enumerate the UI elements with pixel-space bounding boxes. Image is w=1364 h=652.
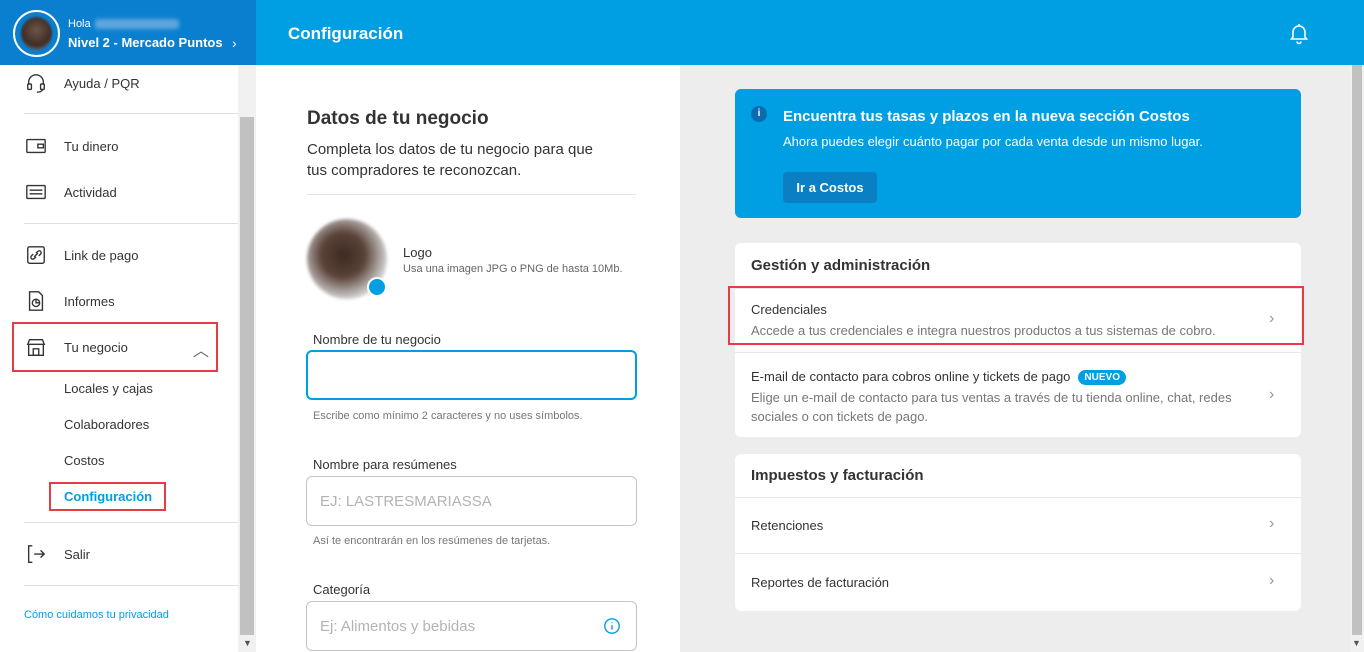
banner-title: Encuentra tus tasas y plazos en la nueva… [783, 108, 1190, 125]
scroll-down-icon[interactable]: ▼ [243, 638, 252, 648]
go-to-costs-button[interactable]: Ir a Costos [783, 172, 877, 203]
info-icon[interactable] [603, 617, 621, 635]
billing-reports-title: Reportes de facturación [751, 575, 890, 590]
contact-email-title: E-mail de contacto para cobros online y … [751, 369, 1126, 385]
page-title: Configuración [288, 24, 404, 43]
section-title: Datos de tu negocio [307, 108, 489, 129]
edit-logo-icon[interactable] [367, 277, 387, 297]
new-badge: NUEVO [1078, 370, 1126, 385]
page-scrollbar-thumb[interactable] [1352, 65, 1362, 635]
avatar-photo [21, 17, 52, 50]
sidebar-item-label: Actividad [64, 184, 117, 200]
logo-hint: Usa una imagen JPG o PNG de hasta 10Mb. [403, 263, 623, 275]
privacy-link[interactable]: Cómo cuidamos tu privacidad [24, 609, 169, 621]
link-icon [24, 243, 48, 267]
business-name-input[interactable] [306, 350, 637, 400]
sidebar-item-label: Informes [64, 293, 115, 309]
chevron-right-icon[interactable]: › [1269, 572, 1274, 590]
blurred-username [94, 19, 179, 30]
sidebar-scrollbar-thumb[interactable] [240, 117, 254, 635]
contact-email-desc: Elige un e-mail de contacto para tus ven… [751, 390, 1232, 424]
sidebar-item-label: Ayuda / PQR [64, 75, 140, 91]
logout-icon [24, 542, 48, 566]
retenciones-title: Retenciones [751, 518, 824, 533]
sidebar-item-salir[interactable]: Salir [24, 541, 90, 567]
sidebar-subitem-colaboradores[interactable]: Colaboradores [64, 417, 149, 432]
highlight-configuracion [49, 482, 166, 511]
sidebar-item-ayuda[interactable]: Ayuda / PQR [24, 70, 140, 96]
banner-text: Ahora puedes elegir cuánto pagar por cad… [783, 134, 1203, 149]
chevron-right-icon[interactable]: › [232, 35, 237, 51]
info-icon: i [751, 106, 767, 122]
summary-name-label: Nombre para resúmenes [313, 457, 457, 472]
scroll-down-icon[interactable]: ▼ [1352, 638, 1361, 648]
bell-icon[interactable] [1287, 21, 1311, 45]
top-bar [256, 0, 1364, 65]
business-name-label: Nombre de tu negocio [313, 332, 441, 347]
divider [24, 223, 238, 224]
sidebar-item-tu-dinero[interactable]: Tu dinero [24, 133, 118, 159]
sidebar-item-label: Tu dinero [64, 138, 119, 154]
chevron-right-icon[interactable]: › [1269, 386, 1274, 404]
card-title: Gestión y administración [751, 257, 931, 274]
sidebar-item-link-de-pago[interactable]: Link de pago [24, 242, 138, 268]
divider [24, 113, 238, 114]
sidebar-item-informes[interactable]: Informes [24, 288, 115, 314]
account-header[interactable]: Hola Nivel 2 - Mercado Puntos › [0, 0, 256, 65]
summary-name-hint: Así te encontrarán en los resúmenes de t… [313, 535, 551, 547]
greeting-text: Hola [68, 18, 91, 30]
card-title: Impuestos y facturación [751, 467, 924, 484]
logo-label: Logo [403, 245, 432, 260]
greeting: Hola [68, 18, 179, 30]
divider [24, 522, 238, 523]
sidebar-subitem-costos[interactable]: Costos [64, 453, 104, 468]
contact-email-title-text: E-mail de contacto para cobros online y … [751, 369, 1071, 384]
sidebar-subitem-locales[interactable]: Locales y cajas [64, 381, 153, 396]
sidebar-item-label: Link de pago [64, 247, 139, 263]
summary-name-input[interactable] [306, 476, 637, 526]
divider [24, 585, 238, 586]
sidebar-item-actividad[interactable]: Actividad [24, 179, 117, 205]
activity-icon [24, 180, 48, 204]
headset-icon [24, 71, 48, 95]
divider [307, 194, 636, 195]
avatar [13, 10, 60, 57]
section-description: Completa los datos de tu negocio para qu… [307, 141, 594, 179]
highlight-credentials [728, 286, 1304, 345]
category-label: Categoría [313, 582, 371, 597]
level-label[interactable]: Nivel 2 - Mercado Puntos [68, 35, 223, 50]
report-icon [24, 289, 48, 313]
category-input[interactable] [306, 601, 637, 651]
highlight-tu-negocio [12, 322, 218, 372]
sidebar-item-label: Salir [64, 546, 91, 562]
chevron-right-icon[interactable]: › [1269, 515, 1274, 533]
wallet-icon [24, 134, 48, 158]
business-name-hint: Escribe como mínimo 2 caracteres y no us… [313, 410, 583, 422]
